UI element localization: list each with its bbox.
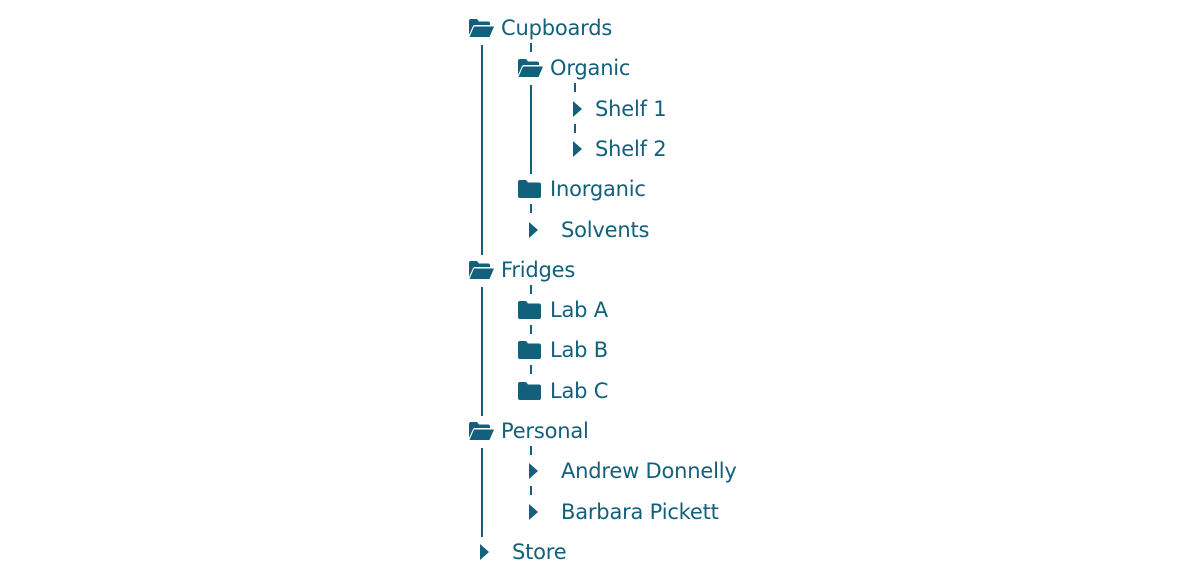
tree-node-label: Solvents [561,217,650,242]
caret-right-icon[interactable] [561,97,590,121]
tree-node-lab-c[interactable]: Lab C [517,371,608,411]
tree-connector-tick [530,486,532,496]
tree-node-store[interactable]: Store [468,532,567,572]
tree-node-label: Personal [501,419,589,443]
caret-right-icon[interactable] [517,500,546,524]
tree-node-shelf-1[interactable]: Shelf 1 [561,89,667,129]
tree-branch-line [481,45,483,255]
tree-node-lab-a[interactable]: Lab A [517,290,608,330]
tree-node-label: Fridges [501,257,576,282]
tree-node-label: Cupboards [501,16,613,40]
tree-node-label: Lab C [550,378,609,403]
caret-right-icon[interactable] [561,137,590,161]
tree-branch-line [530,85,532,175]
tree-node-andrew-donnelly[interactable]: Andrew Donnelly [517,451,737,491]
tree-node-lab-b[interactable]: Lab B [517,330,608,370]
tree-connector-tick [530,446,532,455]
folder-tree: Cupboards Organic Shelf 1 Shelf 2 Inorganic S… [0,0,1200,581]
tree-node-inorganic[interactable]: Inorganic [517,169,646,209]
folder-closed-icon[interactable] [517,379,545,403]
tree-node-label: Shelf 2 [595,136,667,161]
tree-connector-tick [574,123,576,133]
tree-connector-tick [530,284,532,294]
tree-connector-tick [574,83,576,93]
tree-node-label: Inorganic [550,177,646,202]
folder-open-icon[interactable] [468,16,496,40]
tree-node-label: Lab A [550,298,608,323]
tree-node-label: Store [512,539,567,564]
tree-node-solvents[interactable]: Solvents [517,210,649,250]
tree-node-personal[interactable]: Personal [468,411,589,451]
caret-right-icon[interactable] [517,459,546,483]
folder-closed-icon[interactable] [517,177,545,201]
tree-node-label: Organic [550,56,631,81]
tree-node-barbara-pickett[interactable]: Barbara Pickett [517,492,719,532]
tree-node-organic[interactable]: Organic [517,48,630,88]
tree-branch-line [481,448,483,537]
tree-branch-line [481,286,483,416]
folder-open-icon[interactable] [517,56,545,80]
folder-closed-icon[interactable] [517,298,545,322]
tree-node-fridges[interactable]: Fridges [468,250,575,290]
tree-connector-tick [530,204,532,214]
tree-node-label: Barbara Pickett [561,499,719,524]
tree-node-label: Andrew Donnelly [561,459,737,484]
caret-right-icon[interactable] [517,218,546,242]
folder-open-icon[interactable] [468,258,496,282]
tree-node-shelf-2[interactable]: Shelf 2 [561,129,667,169]
tree-node-label: Shelf 1 [595,96,667,121]
folder-closed-icon[interactable] [517,338,545,362]
tree-connector-tick [530,365,532,375]
tree-node-label: Lab B [550,338,608,363]
tree-connector-tick [530,325,532,335]
caret-right-icon[interactable] [468,540,497,564]
tree-connector-tick [530,43,532,52]
folder-open-icon[interactable] [468,419,496,443]
tree-node-cupboards[interactable]: Cupboards [468,8,612,48]
